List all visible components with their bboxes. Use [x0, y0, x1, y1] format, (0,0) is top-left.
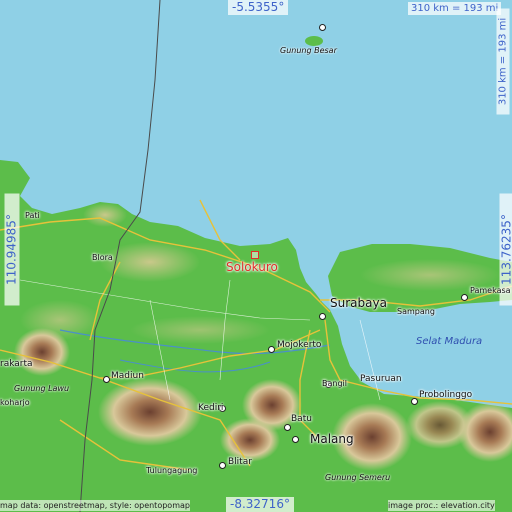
left-longitude-label: 110.94985°: [4, 193, 20, 306]
city-dot-probolinggo: [411, 398, 418, 405]
city-label-pati: Pati: [25, 211, 40, 220]
city-dot-gunung-besar: [319, 24, 326, 31]
city-label-kediri: Kediri: [198, 403, 224, 413]
sea-label-selat-madura: Selat Madura: [416, 336, 483, 347]
focus-place-label: Solokuro: [226, 260, 278, 274]
city-label-surabaya: Surabaya: [330, 296, 387, 310]
city-label-tulungagung: Tulungagung: [146, 466, 198, 475]
terrain-map[interactable]: -5.5355° -8.32716° 110.94985° 113.76235°…: [0, 0, 512, 512]
city-label-sampang: Sampang: [397, 307, 435, 316]
city-dot-mojokerto: [268, 346, 275, 353]
city-label-mojokerto: Mojokerto: [277, 340, 322, 350]
attribution-map-data: map data: openstreetmap, style: opentopo…: [0, 500, 190, 511]
top-latitude-label: -5.5355°: [228, 0, 289, 15]
attribution-image-proc: image proc.: elevation.city: [388, 500, 495, 511]
city-label-batu: Batu: [291, 414, 312, 424]
city-dot-malang: [292, 436, 299, 443]
city-label-sukoharjo: koharjo: [0, 398, 30, 407]
city-label-surakarta: rakarta: [0, 359, 33, 369]
feature-label-gunung-lawu: Gunung Lawu: [14, 384, 70, 393]
feature-label-gunung-besar: Gunung Besar: [280, 46, 337, 55]
city-label-blitar: Blitar: [228, 457, 252, 467]
city-label-malang: Malang: [310, 432, 354, 446]
horizontal-scale-label: 310 km = 193 mi: [408, 2, 502, 15]
city-dot-surabaya: [319, 313, 326, 320]
city-dot-blitar: [219, 462, 226, 469]
city-label-probolinggo: Probolinggo: [419, 390, 473, 400]
city-label-pamekasan: Pamekasa: [470, 286, 511, 295]
gunung-besar-island: [305, 36, 323, 46]
city-label-bangil: Bangil: [322, 379, 347, 388]
feature-label-gunung-semeru: Gunung Semeru: [325, 473, 391, 482]
city-label-blora: Blora: [92, 253, 113, 262]
city-label-pasuruan: Pasuruan: [360, 374, 402, 384]
vertical-scale-label: 310 km = 193 mi: [496, 8, 510, 115]
location-marker-icon[interactable]: [251, 251, 259, 259]
kelud-massif: [98, 378, 202, 446]
city-dot-batu: [284, 424, 291, 431]
bottom-latitude-label: -8.32716°: [226, 497, 294, 512]
city-dot-madiun: [103, 376, 110, 383]
city-dot-pamekasan: [461, 294, 468, 301]
city-label-madiun: Madiun: [111, 371, 144, 381]
